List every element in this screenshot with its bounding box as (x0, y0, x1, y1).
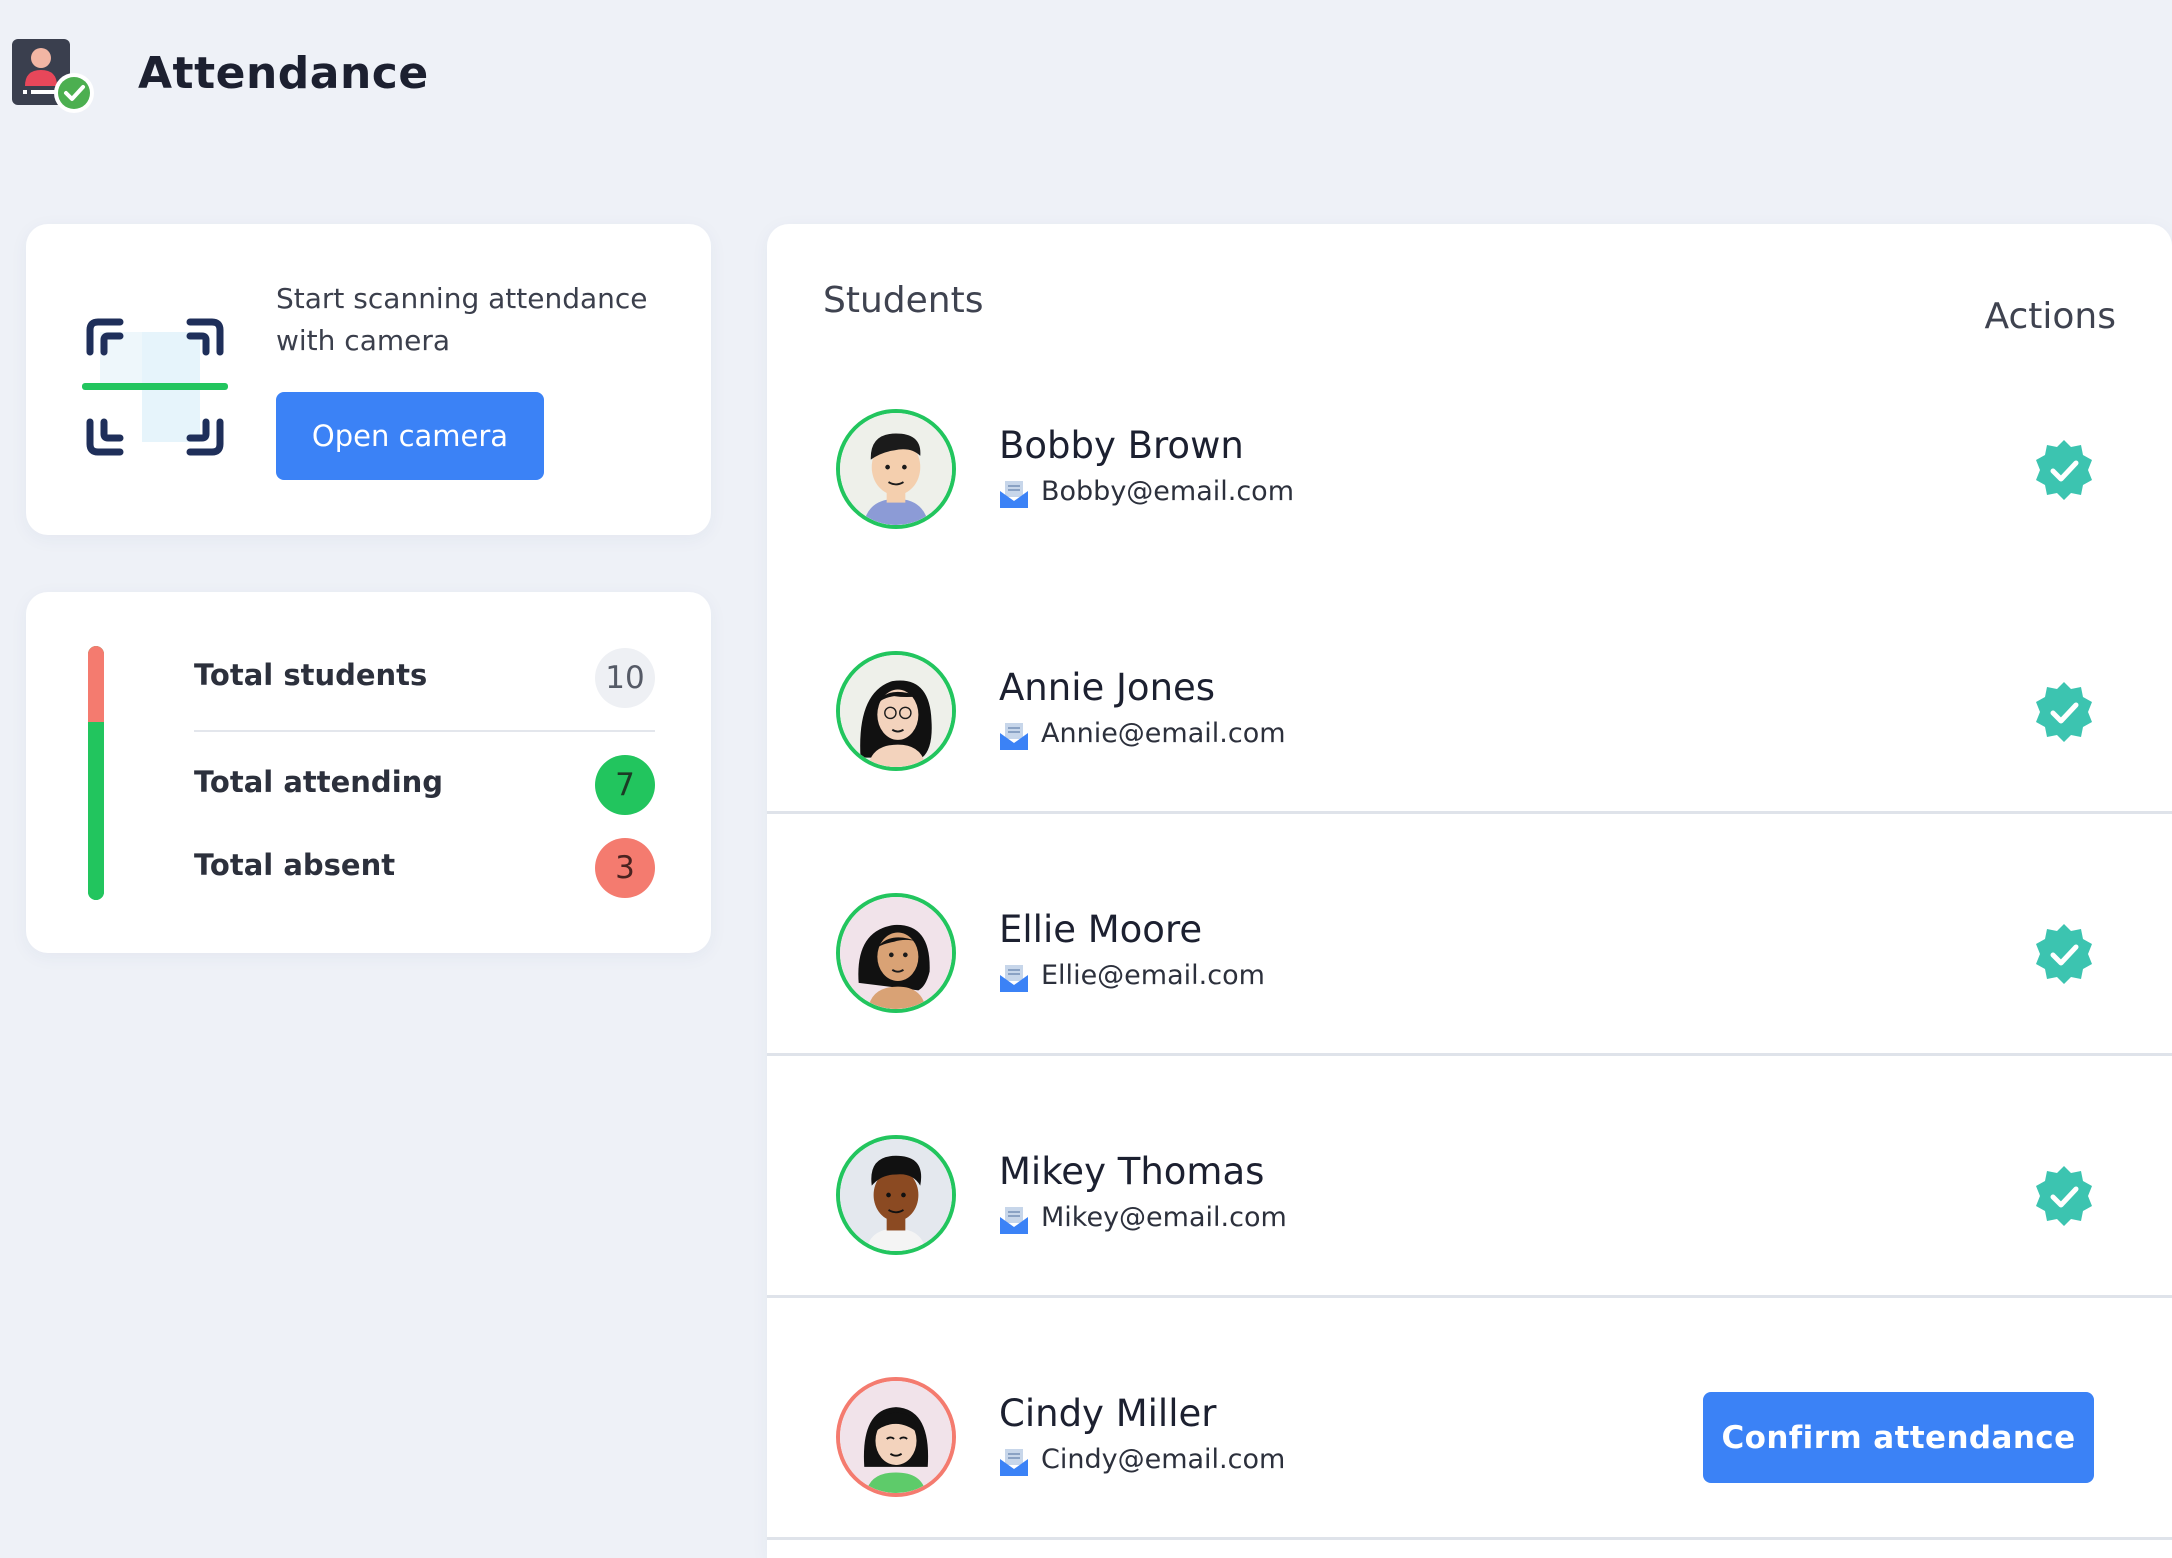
student-email: Annie@email.com (1041, 718, 1286, 749)
total-absent-label: Total absent (194, 848, 396, 882)
total-absent-count: 3 (595, 838, 655, 898)
email-icon (1000, 965, 1028, 992)
page-title: Attendance (138, 48, 429, 99)
table-row (767, 1056, 2172, 1298)
qr-scan-icon (82, 318, 228, 456)
total-attending-label: Total attending (194, 765, 444, 799)
table-row (767, 814, 2172, 1056)
app-header: Attendance (0, 0, 2172, 160)
student-name: Ellie Moore (999, 908, 1203, 951)
total-attending-count: 7 (595, 755, 655, 815)
student-name: Cindy Miller (999, 1392, 1217, 1435)
student-email: Bobby@email.com (1041, 476, 1295, 507)
avatar (836, 893, 956, 1013)
email-icon (1000, 723, 1028, 750)
stats-divider (194, 730, 655, 732)
verified-check-icon[interactable] (2032, 1164, 2096, 1228)
students-heading: Students (823, 280, 984, 321)
email-icon (1000, 1449, 1028, 1476)
student-email: Mikey@email.com (1041, 1202, 1287, 1233)
email-icon (1000, 1207, 1028, 1234)
avatar (836, 651, 956, 771)
scan-instructions: Start scanning attendance with camera (276, 282, 648, 357)
student-name: Bobby Brown (999, 424, 1244, 467)
total-students-label: Total students (194, 658, 428, 692)
confirm-attendance-button[interactable]: Confirm attendance (1703, 1392, 2094, 1483)
student-name: Annie Jones (999, 666, 1216, 709)
email-icon (1000, 481, 1028, 508)
table-row (767, 572, 2172, 814)
avatar (836, 1135, 956, 1255)
total-students-count: 10 (595, 648, 655, 708)
avatar (836, 409, 956, 529)
student-email: Cindy@email.com (1041, 1444, 1286, 1475)
open-camera-button[interactable]: Open camera (276, 392, 544, 480)
absent-bar-segment (88, 646, 104, 723)
students-card: Students Actions Bobby Brown Bobby@email… (767, 224, 2172, 1558)
attendance-stats-card: Total students 10 Total attending 7 Tota… (26, 592, 711, 953)
attendance-check-icon (12, 39, 94, 113)
avatar (836, 1377, 956, 1497)
verified-check-icon[interactable] (2032, 922, 2096, 986)
verified-check-icon[interactable] (2032, 680, 2096, 744)
actions-heading: Actions (1984, 296, 2116, 337)
scan-card: Start scanning attendance with camera Op… (26, 224, 711, 535)
student-name: Mikey Thomas (999, 1150, 1265, 1193)
attending-bar-segment (88, 722, 104, 900)
student-email: Ellie@email.com (1041, 960, 1265, 991)
verified-check-icon[interactable] (2032, 438, 2096, 502)
attendance-progress-bar (88, 646, 104, 900)
